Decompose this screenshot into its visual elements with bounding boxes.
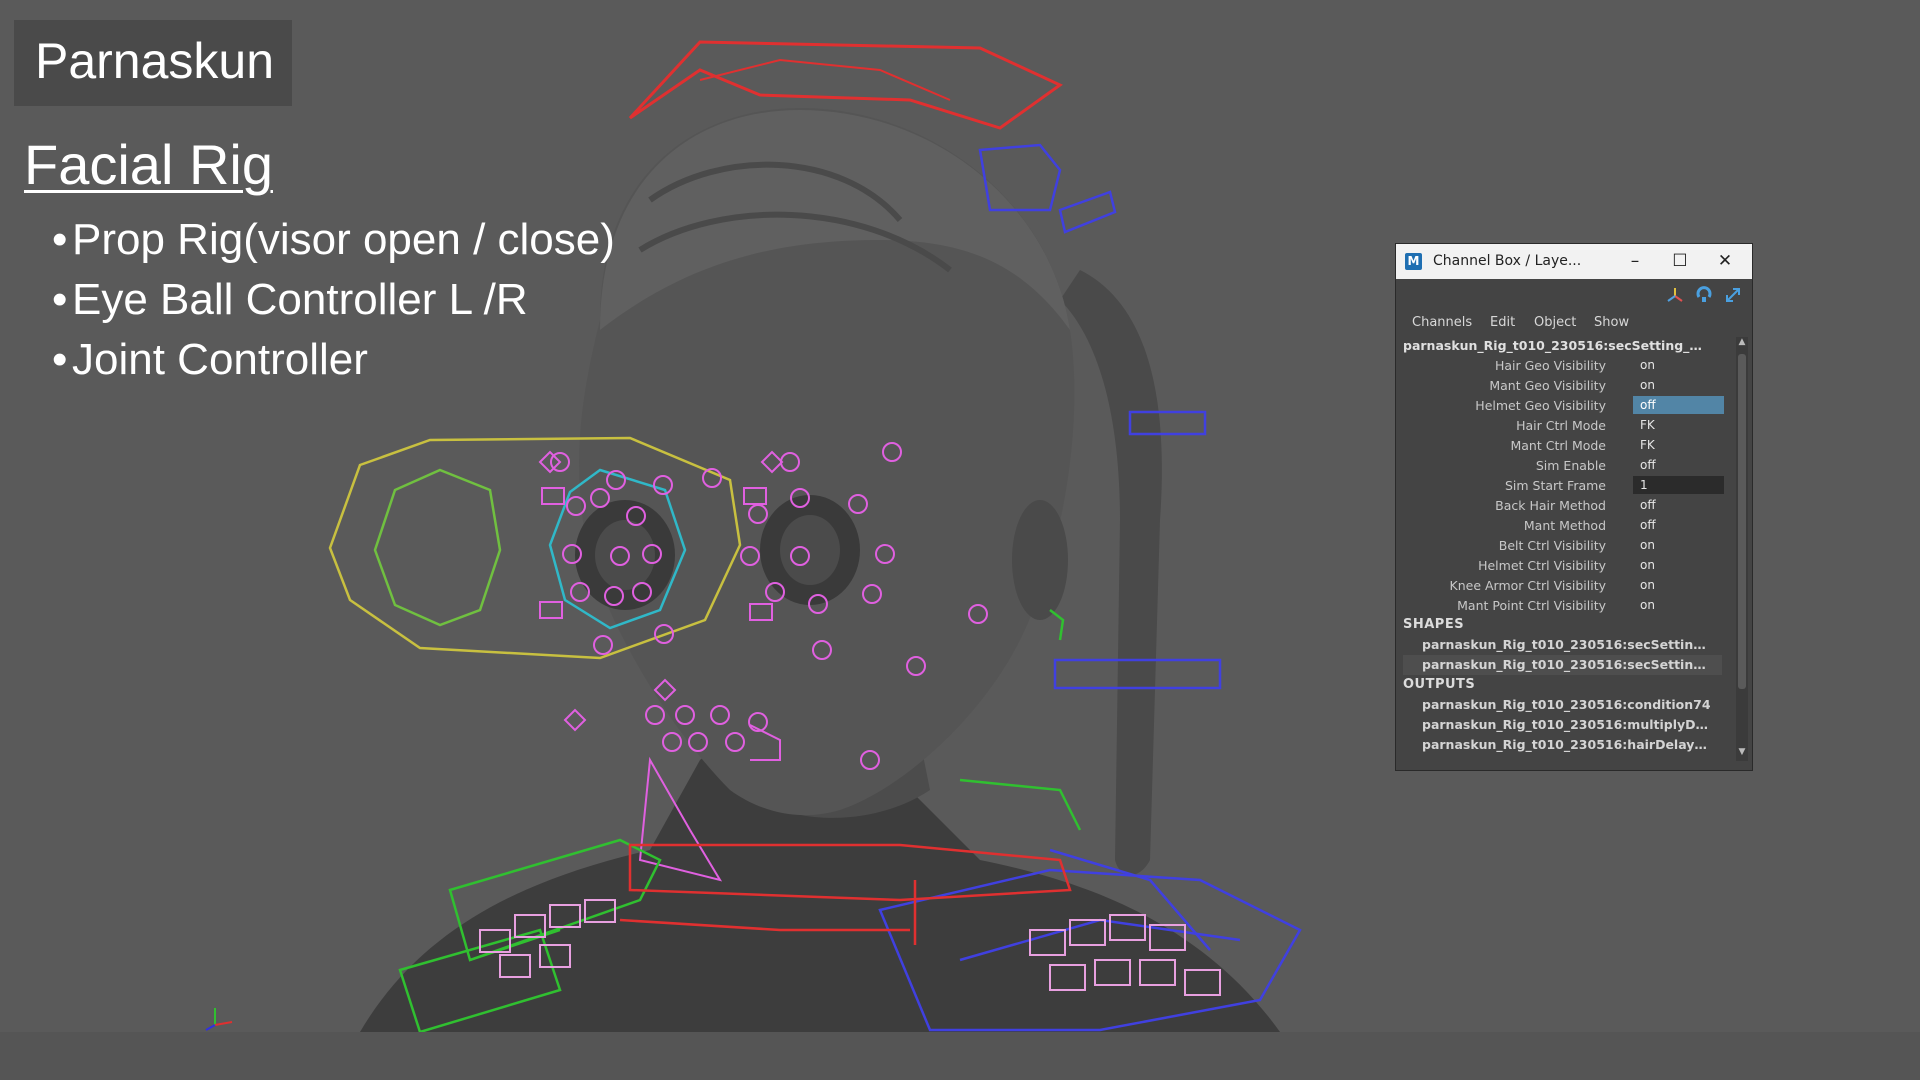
minimize-button[interactable]: – [1615, 248, 1655, 274]
bullet-item: • Prop Rig(visor open / close) [52, 215, 615, 264]
attribute-label[interactable]: Mant Geo Visibility [1489, 378, 1606, 393]
attribute-row[interactable]: Mant Ctrl Mode FK [1396, 436, 1732, 456]
attribute-value[interactable]: on [1633, 556, 1724, 574]
menu-edit[interactable]: Edit [1490, 315, 1515, 330]
attribute-label[interactable]: Helmet Geo Visibility [1475, 398, 1606, 413]
channel-box-window[interactable]: M Channel Box / Laye... – ☐ ✕ Channels E… [1395, 243, 1753, 771]
output-node[interactable]: parnaskun_Rig_t010_230516:multiplyD… [1422, 715, 1722, 735]
channel-box-scrollbar[interactable]: ▲ ▼ [1736, 337, 1748, 761]
attribute-value[interactable]: on [1633, 376, 1724, 394]
attribute-value[interactable]: FK [1633, 416, 1724, 434]
refresh-icon[interactable] [1695, 285, 1713, 304]
attribute-label[interactable]: Hair Ctrl Mode [1516, 418, 1606, 433]
attribute-value[interactable]: off [1633, 396, 1724, 414]
channel-box-toolbar [1660, 284, 1742, 304]
attribute-label[interactable]: Belt Ctrl Visibility [1499, 538, 1606, 553]
attribute-label[interactable]: Mant Method [1524, 518, 1606, 533]
attribute-label[interactable]: Helmet Ctrl Visibility [1478, 558, 1606, 573]
attribute-row[interactable]: Mant Method off [1396, 516, 1732, 536]
attribute-value[interactable]: off [1633, 456, 1724, 474]
attribute-value[interactable]: on [1633, 536, 1724, 554]
shape-node[interactable]: parnaskun_Rig_t010_230516:secSettin… [1422, 635, 1722, 655]
maya-app-icon: M [1405, 253, 1422, 270]
attribute-label[interactable]: Mant Point Ctrl Visibility [1457, 598, 1606, 613]
shape-node[interactable]: parnaskun_Rig_t010_230516:secSettin… [1403, 655, 1722, 675]
attribute-label[interactable]: Sim Start Frame [1505, 478, 1606, 493]
bullet-text: Prop Rig(visor open / close) [72, 215, 615, 264]
attribute-value[interactable]: on [1633, 356, 1724, 374]
attribute-row[interactable]: Sim Start Frame 1 [1396, 476, 1732, 496]
attribute-row[interactable]: Back Hair Method off [1396, 496, 1732, 516]
shapes-header: SHAPES [1403, 617, 1465, 632]
attribute-label[interactable]: Back Hair Method [1495, 498, 1606, 513]
scroll-up-arrow-icon[interactable]: ▲ [1736, 337, 1748, 351]
attribute-value[interactable]: on [1633, 576, 1724, 594]
slide-title: Parnaskun [35, 33, 275, 89]
bullet-text: Eye Ball Controller L /R [72, 275, 528, 324]
attribute-label[interactable]: Sim Enable [1536, 458, 1606, 473]
attribute-value[interactable]: off [1633, 516, 1724, 534]
channel-box-menubar: Channels Edit Object Show [1396, 313, 1752, 333]
attribute-label[interactable]: Knee Armor Ctrl Visibility [1450, 578, 1606, 593]
attribute-value[interactable]: 1 [1633, 476, 1724, 494]
attribute-row[interactable]: Mant Point Ctrl Visibility on [1396, 596, 1732, 616]
menu-show[interactable]: Show [1594, 315, 1629, 330]
eye-target-ctrl-inner [373, 468, 502, 627]
attribute-label[interactable]: Hair Geo Visibility [1495, 358, 1606, 373]
close-button[interactable]: ✕ [1705, 248, 1745, 274]
character-ponytail [1060, 270, 1162, 875]
expand-icon[interactable] [1724, 286, 1742, 304]
scroll-thumb[interactable] [1738, 354, 1746, 689]
selected-node-name[interactable]: parnaskun_Rig_t010_230516:secSetting_… [1403, 338, 1723, 353]
viewport-bottom-bar [0, 1032, 1920, 1080]
attribute-value[interactable]: off [1633, 496, 1724, 514]
window-titlebar[interactable]: M Channel Box / Laye... – ☐ ✕ [1396, 244, 1752, 279]
attribute-row[interactable]: Sim Enable off [1396, 456, 1732, 476]
bullet-text: Joint Controller [72, 335, 368, 384]
outputs-header: OUTPUTS [1403, 677, 1476, 692]
bullet-item: • Eye Ball Controller L /R [52, 275, 528, 324]
maximize-button[interactable]: ☐ [1660, 248, 1700, 274]
menu-channels[interactable]: Channels [1412, 315, 1472, 330]
bullet-item: • Joint Controller [52, 335, 368, 384]
attribute-row[interactable]: Helmet Ctrl Visibility on [1396, 556, 1732, 576]
window-title: Channel Box / Laye... [1433, 253, 1582, 269]
attribute-label[interactable]: Mant Ctrl Mode [1510, 438, 1606, 453]
attribute-row[interactable]: Helmet Geo Visibility off [1396, 396, 1732, 416]
output-node[interactable]: parnaskun_Rig_t010_230516:condition74 [1422, 695, 1722, 715]
attribute-value[interactable]: on [1633, 596, 1724, 614]
axis-icon[interactable] [1666, 286, 1684, 304]
attribute-row[interactable]: Mant Geo Visibility on [1396, 376, 1732, 396]
attribute-row[interactable]: Hair Geo Visibility on [1396, 356, 1732, 376]
attribute-value[interactable]: FK [1633, 436, 1724, 454]
output-node[interactable]: parnaskun_Rig_t010_230516:hairDelay… [1422, 735, 1722, 755]
axis-gizmo [205, 1008, 233, 1031]
character-ear [1012, 500, 1068, 620]
scroll-down-arrow-icon[interactable]: ▼ [1736, 747, 1748, 761]
attribute-row[interactable]: Knee Armor Ctrl Visibility on [1396, 576, 1732, 596]
slide-subtitle: Facial Rig [24, 133, 273, 196]
attribute-row[interactable]: Belt Ctrl Visibility on [1396, 536, 1732, 556]
attribute-row[interactable]: Hair Ctrl Mode FK [1396, 416, 1732, 436]
menu-object[interactable]: Object [1534, 315, 1576, 330]
